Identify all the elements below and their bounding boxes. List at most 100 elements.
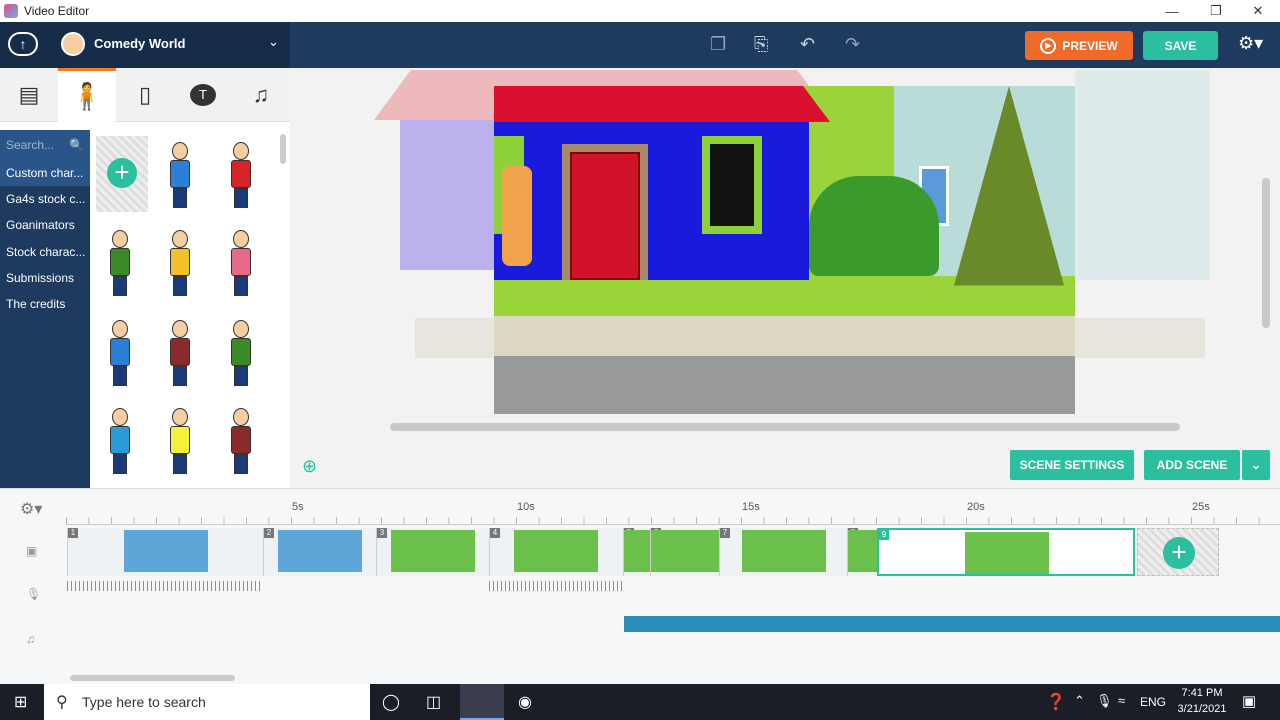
windows-start-icon[interactable]: ⊞: [14, 692, 27, 712]
plus-icon: +: [1163, 537, 1195, 569]
chevron-down-icon[interactable]: ⌄: [268, 34, 279, 50]
category-item[interactable]: Submissions: [0, 265, 90, 291]
tab-props[interactable]: ▤: [0, 68, 58, 122]
add-scene-button[interactable]: ADD SCENE: [1144, 450, 1240, 480]
ruler-label: 25s: [1192, 501, 1210, 513]
scene-thumbnail: [278, 530, 362, 572]
scene-thumbnail: [742, 530, 826, 572]
timeline-scene[interactable]: 1: [67, 528, 263, 576]
add-scene-slot[interactable]: +: [1137, 528, 1219, 576]
app-taskbar-button[interactable]: [460, 684, 504, 720]
category-list: Search... 🔍 Custom char... Ga4s stock c.…: [0, 130, 90, 488]
obs-icon[interactable]: ◉: [518, 692, 532, 712]
tab-devices[interactable]: ▯: [116, 68, 174, 122]
scene-thumbnail: [848, 530, 878, 572]
character-thumbnail[interactable]: [165, 228, 195, 298]
task-view-icon[interactable]: ◫: [426, 692, 441, 712]
zoom-in-icon[interactable]: ⊕: [302, 456, 317, 477]
tab-audio[interactable]: ♫: [232, 68, 290, 122]
close-button[interactable]: ✕: [1236, 0, 1280, 22]
character-icon: 🧍: [70, 81, 104, 111]
microphone-icon[interactable]: 🎙: [1096, 693, 1113, 709]
undo-icon[interactable]: ↶: [800, 34, 815, 55]
music-clip[interactable]: [624, 616, 1280, 632]
category-item[interactable]: The credits: [0, 291, 90, 317]
preview-button[interactable]: ▶ PREVIEW: [1025, 31, 1133, 60]
character-thumbnail[interactable]: [105, 228, 135, 298]
character-thumbnail[interactable]: [226, 406, 256, 476]
clock-date[interactable]: 3/21/2021: [1174, 703, 1230, 715]
tab-characters[interactable]: 🧍: [58, 68, 116, 122]
search-placeholder: Search...: [6, 138, 55, 152]
character-thumbnail[interactable]: [226, 318, 256, 388]
scene-number: 2: [264, 528, 274, 538]
timeline-scene-selected[interactable]: 9: [877, 528, 1135, 576]
vertical-scrollbar[interactable]: [1262, 178, 1270, 328]
image-icon: ▤: [18, 82, 40, 107]
taskbar-search[interactable]: ⚲ Type here to search: [44, 684, 370, 720]
play-icon: ▶: [1040, 37, 1057, 54]
scene-thumbnail: [651, 530, 720, 572]
character-thumbnail[interactable]: [165, 140, 195, 210]
character-on-stage[interactable]: [502, 166, 532, 266]
chevron-up-icon[interactable]: ⌃: [1074, 693, 1085, 709]
category-item[interactable]: Goanimators: [0, 212, 90, 238]
notification-icon[interactable]: ▣: [1242, 692, 1256, 710]
voice-clip[interactable]: [489, 581, 623, 591]
timeline-scene[interactable]: 4: [489, 528, 623, 576]
timeline-scene[interactable]: 8: [847, 528, 878, 576]
project-name[interactable]: Comedy World: [94, 36, 186, 51]
gear-icon[interactable]: ⚙▾: [1238, 33, 1263, 54]
add-scene-dropdown[interactable]: ⌄: [1242, 450, 1270, 480]
character-thumbnail[interactable]: [165, 406, 195, 476]
scene-number: 3: [377, 528, 387, 538]
clock-time[interactable]: 7:41 PM: [1180, 687, 1224, 699]
redo-icon[interactable]: ↷: [845, 34, 860, 55]
scene-settings-button[interactable]: SCENE SETTINGS: [1010, 450, 1134, 480]
timeline-scrollbar[interactable]: [70, 675, 235, 681]
category-item[interactable]: Stock charac...: [0, 239, 90, 265]
add-character-button[interactable]: +: [96, 136, 148, 212]
upload-cloud-icon[interactable]: ↑: [8, 32, 38, 56]
ruler-label: 10s: [517, 501, 535, 513]
taskbar-search-placeholder: Type here to search: [82, 694, 206, 710]
tab-text[interactable]: T: [174, 68, 232, 122]
save-button[interactable]: SAVE: [1143, 31, 1218, 60]
gear-icon[interactable]: ⚙▾: [20, 499, 42, 519]
timeline-scene[interactable]: 6: [650, 528, 720, 576]
horizontal-scrollbar[interactable]: [390, 423, 1180, 431]
category-item[interactable]: Ga4s stock c...: [0, 186, 90, 212]
character-thumbnail[interactable]: [165, 318, 195, 388]
cortana-icon[interactable]: ◯: [382, 692, 400, 712]
preview-label: PREVIEW: [1062, 38, 1118, 53]
minimize-button[interactable]: —: [1150, 0, 1194, 22]
help-icon[interactable]: ❓: [1046, 692, 1066, 712]
category-item[interactable]: Custom char...: [0, 160, 90, 187]
scrollbar[interactable]: [280, 134, 286, 164]
scene-number: 7: [720, 528, 730, 538]
search-input[interactable]: Search... 🔍: [0, 130, 90, 160]
character-thumbnail[interactable]: [105, 318, 135, 388]
language-indicator[interactable]: ENG: [1140, 695, 1166, 709]
scene-number: 1: [68, 528, 78, 538]
scene-canvas[interactable]: [494, 86, 1075, 414]
title-bar: Video Editor — ❐ ✕: [0, 0, 1280, 22]
character-thumbnail[interactable]: [226, 140, 256, 210]
door[interactable]: [570, 152, 640, 280]
voice-clip[interactable]: [67, 581, 263, 591]
broken-window: [710, 144, 754, 226]
timeline-scene[interactable]: 5: [623, 528, 651, 576]
timeline-scene[interactable]: 2: [263, 528, 376, 576]
video-camera-icon: ▣: [26, 544, 38, 558]
timeline-scene[interactable]: 7: [719, 528, 847, 576]
ruler-label: 15s: [742, 501, 760, 513]
character-thumbnail[interactable]: [105, 406, 135, 476]
paste-icon[interactable]: ⎘: [754, 34, 768, 55]
character-thumbnail[interactable]: [226, 228, 256, 298]
app-icon: [4, 4, 18, 18]
timeline-scene[interactable]: 3: [376, 528, 489, 576]
music-icon: ♫: [252, 82, 270, 107]
copy-icon[interactable]: ❐: [710, 34, 726, 55]
maximize-button[interactable]: ❐: [1194, 0, 1238, 22]
wifi-icon[interactable]: ≈: [1118, 693, 1125, 708]
